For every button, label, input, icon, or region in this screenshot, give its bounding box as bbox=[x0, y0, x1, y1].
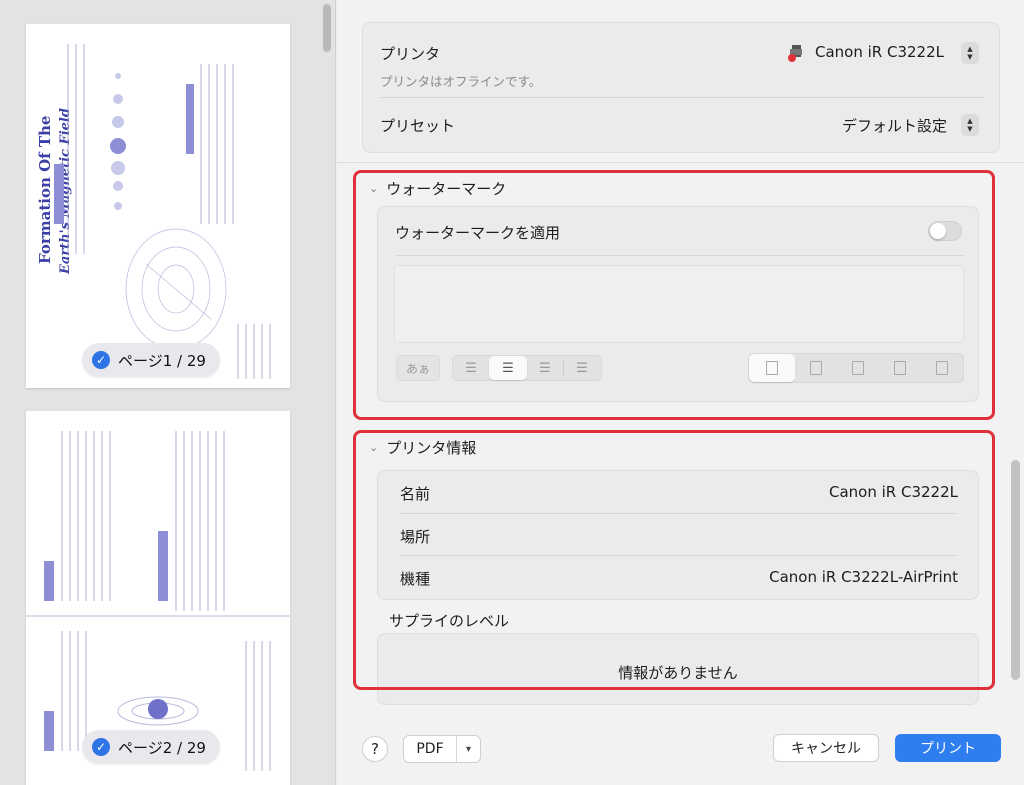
printer-status: プリンタはオフラインです。 bbox=[380, 74, 542, 89]
thumbnail-illustration bbox=[26, 431, 290, 771]
dialog-footer: ? PDF ▾ キャンセル プリント bbox=[337, 712, 1024, 785]
page-2-checkbox[interactable]: ✓ ページ2 / 29 bbox=[82, 730, 220, 764]
preset-select-value[interactable]: デフォルト設定 bbox=[842, 115, 947, 136]
divider bbox=[380, 97, 984, 98]
page-1-checkbox[interactable]: ✓ ページ1 / 29 bbox=[82, 343, 220, 377]
print-button[interactable]: プリント bbox=[895, 734, 1001, 762]
preset-select-chevrons-icon[interactable]: ▲ ▼ bbox=[961, 114, 979, 136]
scrollbar-thumb[interactable] bbox=[323, 4, 331, 52]
printer-select-value[interactable]: Canon iR C3222L bbox=[815, 43, 944, 61]
chevron-down-icon[interactable]: ▾ bbox=[456, 736, 480, 762]
page-thumbnail-1[interactable]: Formation Of The Earth's Magnetic Field bbox=[26, 24, 290, 388]
page-thumbnail-pane: Formation Of The Earth's Magnetic Field bbox=[0, 0, 336, 785]
help-button[interactable]: ? bbox=[362, 736, 388, 762]
checkmark-icon: ✓ bbox=[92, 738, 110, 756]
pdf-menu-button[interactable]: PDF ▾ bbox=[403, 735, 481, 763]
pdf-button-label[interactable]: PDF bbox=[404, 741, 456, 757]
printer-icon bbox=[788, 45, 802, 62]
printer-label: プリンタ bbox=[380, 45, 441, 63]
section-divider bbox=[337, 162, 1024, 163]
watermark-highlight-box bbox=[353, 170, 995, 420]
printer-card: プリンタ プリンタはオフラインです。 Canon iR C3222L ▲ ▼ プリ… bbox=[362, 22, 1000, 153]
cancel-button[interactable]: キャンセル bbox=[773, 734, 879, 762]
printer-select-chevrons-icon[interactable]: ▲ ▼ bbox=[961, 42, 979, 64]
thumbnail-illustration bbox=[54, 44, 271, 379]
page-thumbnail-2[interactable] bbox=[26, 411, 290, 785]
thumbnail-scrollbar[interactable] bbox=[319, 0, 336, 785]
print-settings-pane: プリンタ プリンタはオフラインです。 Canon iR C3222L ▲ ▼ プリ… bbox=[337, 0, 1024, 785]
printer-info-highlight-box bbox=[353, 430, 995, 690]
settings-scrollbar-thumb[interactable] bbox=[1011, 460, 1020, 680]
page-2-label: ページ2 / 29 bbox=[118, 738, 206, 757]
checkmark-icon: ✓ bbox=[92, 351, 110, 369]
preset-label: プリセット bbox=[380, 117, 456, 135]
page-1-label: ページ1 / 29 bbox=[118, 351, 206, 370]
